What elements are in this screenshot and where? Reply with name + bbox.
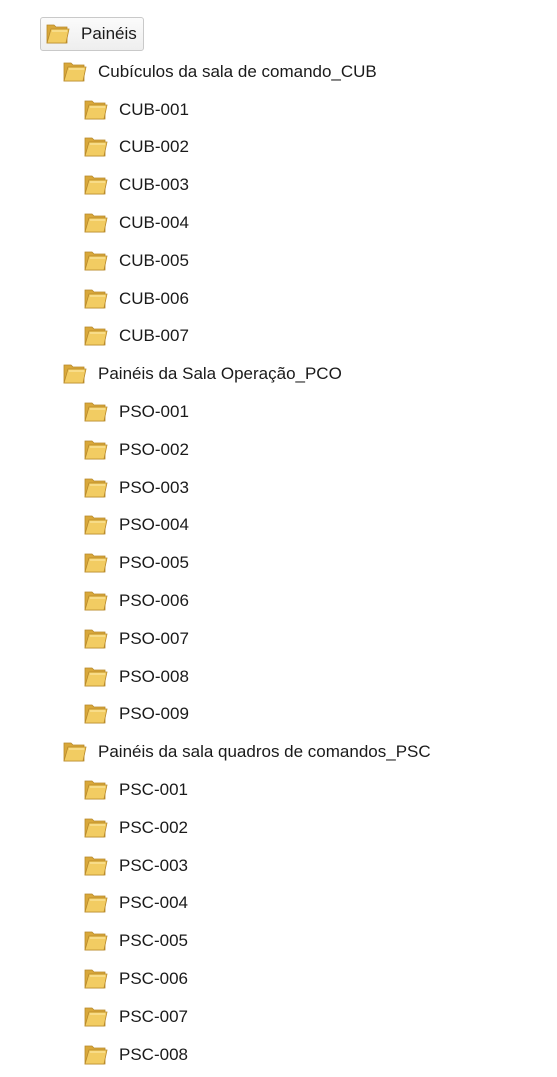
tree-item-folder[interactable]: PSC-003	[83, 849, 188, 883]
tree-item-folder[interactable]: PSO-001	[83, 395, 189, 429]
tree-item-folder[interactable]: PSC-007	[83, 1000, 188, 1034]
tree-item-folder-label: CUB-007	[119, 326, 189, 346]
folder-icon	[63, 364, 87, 384]
tree-item-folder[interactable]: PSO-009	[83, 697, 189, 731]
tree-item-folder[interactable]: CUB-003	[83, 168, 189, 202]
tree-item-folder-label: PSO-003	[119, 477, 189, 497]
folder-icon	[84, 326, 108, 346]
folder-icon	[84, 704, 108, 724]
tree-item-folder[interactable]: PSO-003	[83, 471, 189, 505]
tree-item-folder[interactable]: PSC-008	[83, 1038, 188, 1072]
tree-item-folder-label: PSO-005	[119, 553, 189, 573]
tree-item-folder-label: PSC-001	[119, 780, 188, 799]
tree-item-folder[interactable]: PSO-007	[83, 622, 189, 656]
tree-item-folder[interactable]: PSO-008	[83, 660, 189, 694]
tree-item-folder-label: PSO-001	[119, 402, 189, 421]
tree-item-folder-label: PSC-003	[119, 855, 188, 875]
folder-icon	[84, 931, 108, 951]
tree-item-folder[interactable]: PSC-005	[83, 924, 188, 958]
folder-icon	[84, 1007, 108, 1027]
tree-item-folder[interactable]: CUB-002	[83, 130, 189, 164]
tree-item-folder-label: CUB-002	[119, 137, 189, 157]
tree-item-folder[interactable]: CUB-005	[83, 244, 189, 278]
tree-item-folder-label: PSC-005	[119, 931, 188, 951]
folder-icon	[84, 440, 108, 460]
tree-item-folder[interactable]: PSC-006	[83, 962, 188, 996]
folder-icon	[84, 137, 108, 157]
tree-item-folder-label: CUB-003	[119, 175, 189, 195]
tree-item-folder-label: PSC-006	[119, 969, 188, 988]
tree-item-folder-label: CUB-004	[119, 213, 189, 232]
folder-icon	[63, 742, 87, 762]
tree-item-folder-label: PSO-007	[119, 628, 189, 648]
tree-group-folder-label: Painéis da sala quadros de comandos_PSC	[98, 742, 431, 762]
tree-item-folder-label: CUB-005	[119, 250, 189, 270]
tree-group-folder[interactable]: Painéis da sala quadros de comandos_PSC	[62, 735, 431, 769]
tree-item-folder-label: CUB-001	[119, 99, 189, 119]
tree-item-folder[interactable]: PSO-005	[83, 546, 189, 580]
tree-root-paineis-label: Painéis	[81, 24, 137, 43]
tree-group-folder[interactable]: Cubículos da sala de comando_CUB	[62, 55, 377, 89]
tree-item-folder-label: PSC-002	[119, 817, 188, 837]
tree-item-folder[interactable]: CUB-007	[83, 319, 189, 353]
folder-icon	[84, 893, 108, 913]
tree-group-folder-label: Cubículos da sala de comando_CUB	[98, 61, 377, 81]
tree-item-folder[interactable]: PSC-001	[83, 773, 188, 807]
tree-item-folder[interactable]: CUB-001	[83, 93, 189, 127]
folder-icon	[84, 100, 108, 119]
tree-item-folder-label: CUB-006	[119, 288, 189, 308]
folder-icon	[84, 969, 108, 989]
tree-item-folder-label: PSC-004	[119, 893, 188, 913]
tree-item-folder[interactable]: CUB-006	[83, 282, 189, 316]
tree-root-paineis[interactable]: Painéis	[40, 17, 144, 51]
tree-item-folder[interactable]: CUB-004	[83, 206, 189, 240]
tree-item-folder[interactable]: PSC-002	[83, 811, 188, 845]
tree-item-folder-label: PSO-004	[119, 515, 189, 535]
tree-item-folder-label: PSO-008	[119, 666, 189, 686]
folder-icon	[84, 667, 108, 686]
folder-icon	[84, 289, 108, 308]
tree-item-folder[interactable]: PSO-002	[83, 433, 189, 467]
tree-group-folder-label: Painéis da Sala Operação_PCO	[98, 364, 342, 384]
folder-icon	[84, 553, 108, 573]
folder-icon	[84, 251, 108, 271]
folder-icon	[84, 175, 108, 195]
tree-item-folder[interactable]: PSO-006	[83, 584, 189, 618]
tree-group-folder[interactable]: Painéis da Sala Operação_PCO	[62, 357, 342, 391]
folder-icon	[84, 818, 108, 838]
folder-tree: Painéis Cubículos da sala de comando_CUB C…	[0, 0, 557, 1077]
folder-icon	[84, 629, 108, 649]
tree-item-folder-label: PSO-006	[119, 591, 189, 610]
folder-icon	[84, 1045, 108, 1064]
tree-item-folder-label: PSC-007	[119, 1006, 188, 1026]
tree-item-folder[interactable]: PSO-004	[83, 508, 189, 542]
folder-icon	[84, 780, 108, 800]
tree-item-folder-label: PSO-002	[119, 439, 189, 459]
tree-item-folder[interactable]: PSC-004	[83, 886, 188, 920]
folder-icon	[84, 213, 108, 233]
folder-icon	[84, 591, 108, 611]
folder-icon	[63, 62, 87, 82]
folder-icon	[84, 478, 108, 497]
folder-icon	[84, 402, 108, 422]
folder-icon	[84, 856, 108, 875]
tree-item-folder-label: PSC-008	[119, 1044, 188, 1064]
folder-icon	[46, 24, 70, 44]
folder-icon	[84, 515, 108, 535]
tree-item-folder-label: PSO-009	[119, 704, 189, 724]
